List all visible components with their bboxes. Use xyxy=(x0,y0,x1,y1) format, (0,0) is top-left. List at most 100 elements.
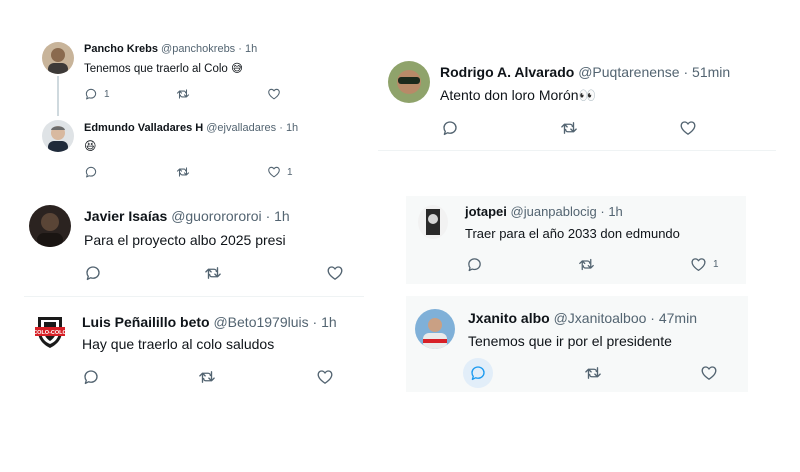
avatar[interactable] xyxy=(42,120,74,152)
tweet-header: Jxanito albo @Jxanitoalboo · 47min xyxy=(468,310,697,326)
divider xyxy=(378,150,776,151)
tweet-text: 😆 xyxy=(84,139,97,153)
avatar[interactable] xyxy=(42,42,74,74)
author-name[interactable]: jotapei xyxy=(465,204,507,219)
separator-dot: · xyxy=(238,43,242,55)
separator-dot: · xyxy=(683,64,689,80)
heart-icon xyxy=(679,119,697,137)
heart-icon xyxy=(700,364,718,382)
reply-icon xyxy=(466,256,483,273)
tweet-text: Tenemos que traerlo al Colo 😅 xyxy=(84,63,244,75)
timestamp[interactable]: 1h xyxy=(321,314,337,330)
like-button[interactable] xyxy=(316,368,334,386)
reply-button[interactable]: 1 xyxy=(84,87,110,101)
author-name[interactable]: Pancho Krebs xyxy=(84,43,158,55)
tweet-pancho[interactable]: Pancho Krebs @panchokrebs · 1h Tenemos q… xyxy=(36,36,356,110)
retweet-button[interactable] xyxy=(198,368,216,386)
separator-dot: · xyxy=(312,314,318,330)
timestamp[interactable]: 1h xyxy=(274,208,290,224)
author-name[interactable]: Javier Isaías xyxy=(84,208,167,224)
reply-button[interactable] xyxy=(82,368,100,386)
timestamp[interactable]: 51min xyxy=(692,64,730,80)
reply-icon xyxy=(82,368,100,386)
heart-icon xyxy=(316,368,334,386)
avatar[interactable] xyxy=(418,205,448,239)
reply-icon xyxy=(441,119,459,137)
tweet-header: Rodrigo A. Alvarado @Puqtarenense · 51mi… xyxy=(440,64,730,80)
retweet-icon xyxy=(560,119,578,137)
retweet-button[interactable] xyxy=(584,364,602,382)
separator-dot: · xyxy=(265,208,271,224)
retweet-button[interactable] xyxy=(176,165,190,179)
reply-button[interactable] xyxy=(466,256,483,273)
author-handle[interactable]: @panchokrebs xyxy=(161,43,235,55)
tweet-text: Tenemos que ir por el presidente xyxy=(468,333,672,349)
author-handle[interactable]: @Jxanitoalboo xyxy=(554,310,647,326)
like-button[interactable] xyxy=(267,87,281,101)
like-button[interactable]: 1 xyxy=(690,256,719,273)
divider xyxy=(24,296,364,297)
like-count: 1 xyxy=(713,259,719,270)
reply-icon xyxy=(84,87,98,101)
retweet-icon xyxy=(578,256,595,273)
retweet-icon xyxy=(176,165,190,179)
author-name[interactable]: Edmundo Valladares H xyxy=(84,122,203,134)
author-handle[interactable]: @ejvalladares xyxy=(206,122,276,134)
reply-count: 1 xyxy=(104,88,110,100)
reply-button[interactable] xyxy=(463,358,493,388)
timestamp[interactable]: 1h xyxy=(608,204,622,219)
tweet-header: Javier Isaías @guororororoi · 1h xyxy=(84,208,290,224)
avatar[interactable]: COLO-COLO xyxy=(29,311,71,353)
reply-button[interactable] xyxy=(441,119,459,137)
author-handle[interactable]: @Beto1979luis xyxy=(213,314,308,330)
like-button[interactable] xyxy=(326,264,344,282)
avatar[interactable] xyxy=(388,61,430,103)
author-handle[interactable]: @juanpablocig xyxy=(511,204,597,219)
tweet-rodrigo[interactable]: Rodrigo A. Alvarado @Puqtarenense · 51mi… xyxy=(378,52,776,150)
author-name[interactable]: Rodrigo A. Alvarado xyxy=(440,64,574,80)
tweet-header: jotapei @juanpablocig · 1h xyxy=(465,204,623,219)
author-name[interactable]: Jxanito albo xyxy=(468,310,550,326)
author-handle[interactable]: @Puqtarenense xyxy=(578,64,679,80)
avatar-text: COLO-COLO xyxy=(33,330,67,336)
reply-button[interactable] xyxy=(84,264,102,282)
retweet-icon xyxy=(176,87,190,101)
separator-dot: · xyxy=(279,122,283,134)
reply-button[interactable] xyxy=(84,165,98,179)
timestamp[interactable]: 1h xyxy=(245,43,257,55)
retweet-button[interactable] xyxy=(578,256,595,273)
avatar[interactable] xyxy=(415,309,455,349)
retweet-icon xyxy=(204,264,222,282)
tweet-text: Hay que traerlo al colo saludos xyxy=(82,336,275,352)
tweet-header: Edmundo Valladares H @ejvalladares · 1h xyxy=(84,122,298,134)
retweet-icon xyxy=(198,368,216,386)
like-count: 1 xyxy=(287,166,293,178)
heart-icon xyxy=(267,87,281,101)
timestamp[interactable]: 1h xyxy=(286,122,298,134)
reply-icon xyxy=(84,264,102,282)
author-handle[interactable]: @guororororoi xyxy=(171,208,261,224)
like-button[interactable] xyxy=(679,119,697,137)
tweet-jotapei[interactable]: jotapei @juanpablocig · 1h Traer para el… xyxy=(406,196,746,284)
avatar[interactable] xyxy=(29,205,71,247)
heart-icon xyxy=(267,165,281,179)
reply-icon xyxy=(469,364,487,382)
retweet-button[interactable] xyxy=(560,119,578,137)
tweet-header: Pancho Krebs @panchokrebs · 1h xyxy=(84,43,257,55)
tweet-text: Para el proyecto albo 2025 presi xyxy=(84,232,286,248)
retweet-icon xyxy=(584,364,602,382)
tweet-jxanito[interactable]: Jxanito albo @Jxanitoalboo · 47min Tenem… xyxy=(406,296,748,392)
tweet-edmundo[interactable]: Edmundo Valladares H @ejvalladares · 1h … xyxy=(36,114,356,184)
author-name[interactable]: Luis Peñailillo beto xyxy=(82,314,210,330)
tweet-text: Traer para el año 2033 don edmundo xyxy=(465,226,680,241)
retweet-button[interactable] xyxy=(176,87,190,101)
tweet-luis[interactable]: COLO-COLO Luis Peñailillo beto @Beto1979… xyxy=(24,304,364,394)
heart-icon xyxy=(326,264,344,282)
retweet-button[interactable] xyxy=(204,264,222,282)
separator-dot: · xyxy=(650,310,655,326)
like-button[interactable]: 1 xyxy=(267,165,293,179)
timestamp[interactable]: 47min xyxy=(659,310,697,326)
reply-icon xyxy=(84,165,98,179)
tweet-javier[interactable]: Javier Isaías @guororororoi · 1h Para el… xyxy=(24,198,364,290)
like-button[interactable] xyxy=(700,364,718,382)
